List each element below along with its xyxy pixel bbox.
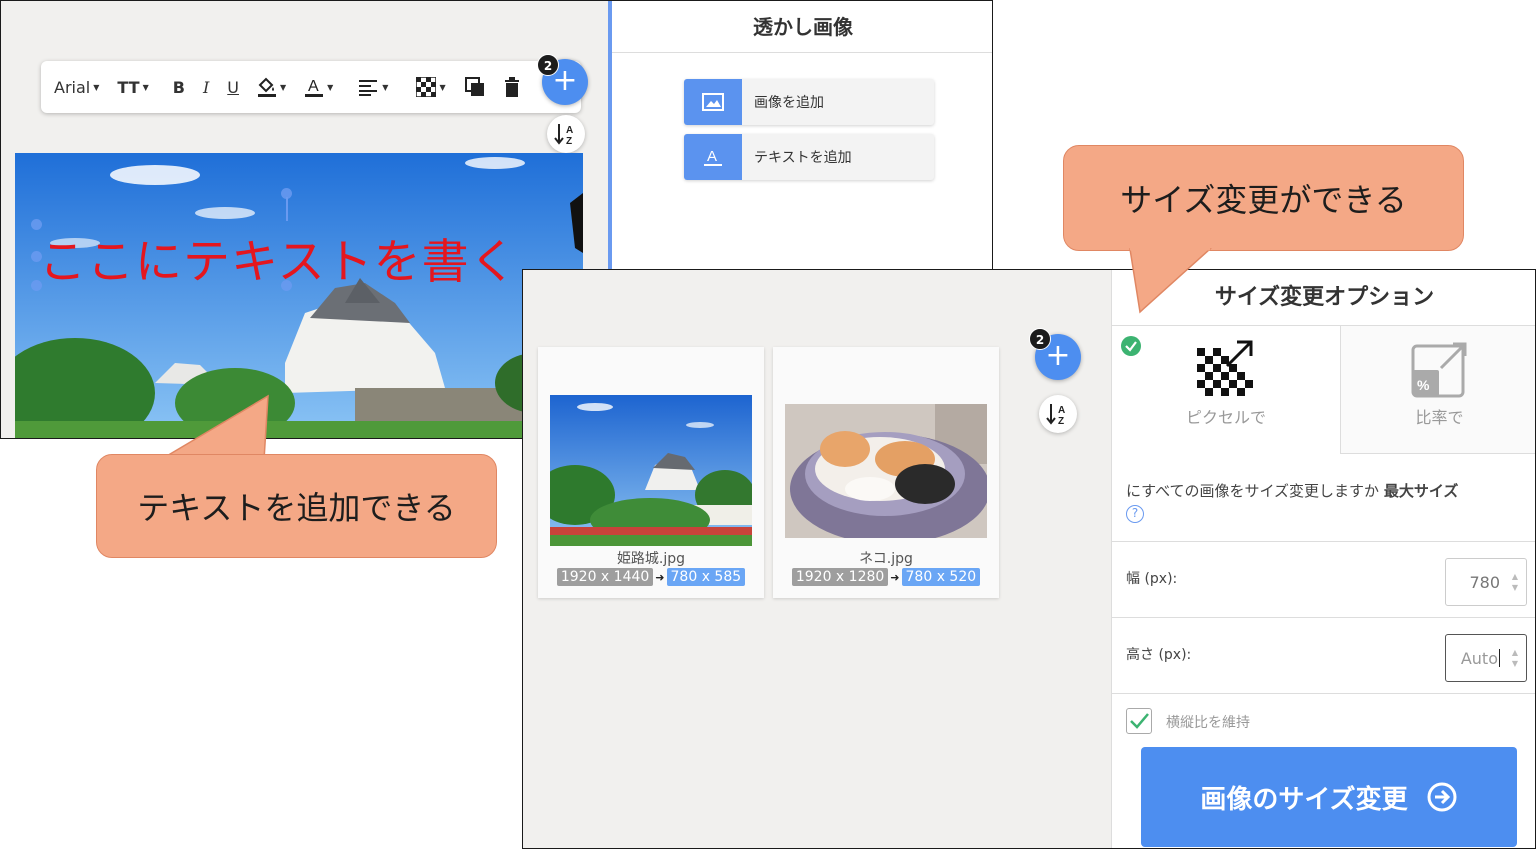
original-size: 1920 x 1440: [556, 568, 654, 586]
svg-text:Z: Z: [1058, 416, 1064, 426]
spinner-icon[interactable]: ▲ ▼: [1512, 571, 1518, 593]
by-pixels-option[interactable]: ピクセルで: [1112, 326, 1340, 454]
help-icon[interactable]: ?: [1126, 505, 1144, 523]
pixels-resize-icon: [1197, 340, 1253, 396]
new-size: 780 x 520: [901, 568, 981, 586]
by-pixels-label: ピクセルで: [1185, 408, 1266, 427]
add-text-callout-tail: [157, 394, 269, 461]
underline-button[interactable]: U: [227, 78, 239, 97]
by-percent-option[interactable]: % 比率で: [1341, 326, 1535, 454]
dimensions: 1920 x 1440 ➜ 780 x 585: [538, 568, 764, 586]
svg-text:A: A: [707, 148, 717, 165]
arrow-circle-right-icon: [1427, 782, 1457, 812]
align-button[interactable]: ▼: [359, 78, 388, 96]
new-size: 780 x 585: [666, 568, 746, 586]
delete-button[interactable]: [504, 77, 520, 97]
file-name: 姫路城.jpg: [616, 551, 686, 567]
arrow-right-icon: ➜: [655, 570, 665, 584]
align-left-icon: [359, 80, 378, 96]
add-text-button[interactable]: A テキストを追加: [684, 134, 934, 180]
max-size-label: 最大サイズ: [1383, 482, 1459, 500]
keep-ratio-checkbox[interactable]: [1126, 708, 1152, 734]
resize-options-panel: サイズ変更オプション ピクセルで % 比率で にすべての画像をサイズ変更しますか…: [1111, 270, 1535, 848]
add-image-button[interactable]: 画像を追加: [684, 79, 934, 125]
add-text-callout-text: テキストを追加できる: [137, 489, 456, 527]
text-icon: A: [684, 134, 742, 180]
dimensions: 1920 x 1280 ➜ 780 x 520: [773, 568, 999, 586]
text-size-label: TT: [117, 77, 140, 97]
fill-color-button[interactable]: ▼: [257, 76, 286, 98]
question-text: にすべての画像をサイズ変更しますか: [1126, 482, 1380, 500]
checkmark-icon: [1130, 713, 1149, 729]
sort-az-icon: A Z: [554, 124, 573, 146]
spinner-icon[interactable]: ▲ ▼: [1512, 647, 1518, 669]
italic-button[interactable]: I: [203, 78, 209, 97]
duplicate-icon: [464, 77, 484, 96]
svg-text:%: %: [1417, 377, 1430, 393]
original-size: 1920 x 1280: [791, 568, 889, 586]
file-name: ネコ.jpg: [859, 551, 913, 567]
bold-button[interactable]: B: [173, 78, 185, 97]
image-icon: [684, 79, 742, 125]
resize-images-button[interactable]: 画像のサイズ変更: [1141, 747, 1517, 847]
font-name: Arial: [54, 77, 91, 97]
image-card[interactable]: ネコ.jpg 1920 x 1280 ➜ 780 x 520: [773, 347, 999, 598]
text-cursor: [1499, 649, 1500, 667]
arrow-right-icon: ➜: [890, 570, 900, 584]
count-badge: 2: [1029, 328, 1051, 350]
trash-icon: [504, 77, 519, 97]
svg-text:Z: Z: [566, 136, 572, 146]
height-label: 高さ (px):: [1126, 647, 1192, 663]
watermark-text[interactable]: ここにテキストを書く: [39, 223, 518, 292]
count-badge: 2: [537, 54, 559, 76]
svg-text:A: A: [308, 78, 319, 95]
panel-title: 透かし画像: [612, 1, 992, 53]
italic-label: I: [202, 77, 210, 97]
layer-button[interactable]: [464, 76, 486, 98]
height-row: 高さ (px): Auto ▲ ▼: [1112, 617, 1535, 693]
text-color-icon: A: [305, 78, 324, 97]
width-row: 幅 (px): 780 ▲ ▼: [1112, 541, 1535, 617]
sort-az-icon: A Z: [1046, 404, 1065, 426]
keep-ratio-label: 横縦比を維持: [1166, 715, 1250, 731]
width-value: 780: [1469, 572, 1500, 592]
paint-bucket-icon: [257, 77, 276, 97]
resize-question: にすべての画像をサイズ変更しますか 最大サイズ ?: [1126, 480, 1526, 523]
check-circle-icon: [1121, 336, 1141, 356]
sort-button[interactable]: A Z: [547, 115, 585, 153]
bold-label: B: [172, 77, 185, 97]
sort-button[interactable]: A Z: [1039, 395, 1077, 433]
svg-text:A: A: [1058, 405, 1065, 416]
height-input[interactable]: Auto ▲ ▼: [1445, 634, 1527, 682]
checkerboard-icon: [416, 77, 437, 97]
text-toolbar: Arial ▼ TT ▼ B I U ▼ A ▼ ▼ ▼: [41, 61, 581, 113]
width-label: 幅 (px):: [1126, 571, 1178, 587]
by-percent-label: 比率で: [1415, 408, 1464, 427]
rotate-line: [286, 197, 288, 221]
text-color-button[interactable]: A ▼: [304, 76, 333, 98]
font-select[interactable]: Arial ▼: [54, 78, 99, 97]
text-size-select[interactable]: TT ▼: [117, 78, 148, 97]
cat-thumbnail: [785, 404, 987, 538]
resize-button-label: 画像のサイズ変更: [1200, 784, 1408, 815]
castle-photo: [15, 153, 583, 438]
add-text-label: テキストを追加: [754, 150, 852, 166]
add-image-label: 画像を追加: [754, 95, 824, 111]
resize-callout-tail: [1129, 247, 1212, 314]
add-text-callout: テキストを追加できる: [96, 454, 497, 558]
height-value: Auto: [1460, 648, 1498, 668]
resize-callout-text: サイズ変更ができる: [1120, 181, 1407, 219]
resize-screenshot: 姫路城.jpg 1920 x 1440 ➜ 780 x 585 ネコ.jpg 1…: [522, 269, 1536, 849]
percent-resize-icon: %: [1411, 342, 1466, 398]
underline-label: U: [227, 77, 239, 97]
editor-canvas: Arial ▼ TT ▼ B I U ▼ A ▼ ▼ ▼ + 2 A Z ここに…: [1, 1, 608, 438]
opacity-button[interactable]: ▼: [416, 77, 446, 97]
castle-thumbnail: [550, 395, 752, 546]
resize-callout: サイズ変更ができる: [1063, 145, 1464, 251]
svg-text:A: A: [566, 125, 573, 136]
width-input[interactable]: 780 ▲ ▼: [1445, 558, 1527, 606]
image-card[interactable]: 姫路城.jpg 1920 x 1440 ➜ 780 x 585: [538, 347, 764, 598]
